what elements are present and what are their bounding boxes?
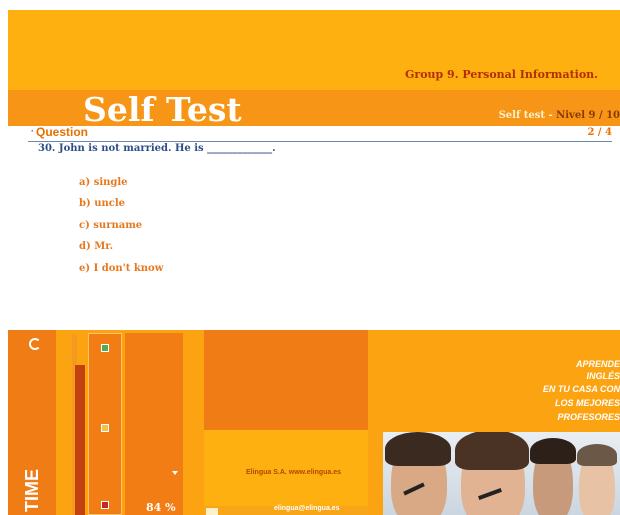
- answer-option-e[interactable]: e) I don't know: [79, 263, 163, 274]
- question-heading: Question: [36, 125, 89, 139]
- promo-line-1: APRENDE: [575, 359, 620, 369]
- hair-1: [385, 432, 451, 466]
- marker-yellow-icon: [101, 424, 109, 432]
- arrow-down-icon: [172, 471, 178, 475]
- question-text: 30. John is not married. He is _________…: [38, 143, 276, 154]
- marker-green-icon: [101, 344, 109, 352]
- email-icon: [206, 508, 218, 515]
- bullet-icon: ·: [31, 126, 34, 136]
- hair-3: [530, 438, 576, 464]
- refresh-icon[interactable]: [29, 338, 41, 350]
- promo-line-2: INGLÉS: [586, 371, 620, 381]
- promo-line-4: LOS MEJORES: [554, 398, 620, 408]
- teachers-photo: [383, 432, 620, 515]
- divider: [28, 141, 612, 142]
- email-link[interactable]: elingua@elingua.es: [274, 505, 340, 512]
- group-title: Group 9. Personal Information.: [405, 68, 598, 81]
- answer-option-c[interactable]: c) surname: [79, 220, 142, 231]
- hair-4: [577, 444, 617, 466]
- page-indicator: 2 / 4: [587, 127, 612, 138]
- progress-fill: [75, 365, 85, 515]
- percent-panel: [125, 333, 183, 515]
- page-title: Self Test: [83, 90, 242, 129]
- promo-line-5: PROFESORES: [557, 412, 620, 422]
- time-label: TIME: [22, 469, 42, 512]
- level-value: Nivel 9 / 10: [556, 110, 620, 121]
- question-bar: [8, 126, 612, 140]
- marker-red-icon: [101, 501, 109, 509]
- answer-option-d[interactable]: d) Mr.: [79, 241, 113, 252]
- promo-line-3: EN TU CASA CON: [542, 384, 620, 394]
- answer-option-b[interactable]: b) uncle: [79, 198, 125, 209]
- company-panel-top: [204, 330, 368, 430]
- hair-2: [455, 432, 529, 470]
- level-prefix: Self test: [498, 110, 545, 121]
- level-separator: -: [544, 110, 557, 121]
- level-indicator: Self test - Nivel 9 / 10: [499, 110, 620, 121]
- answer-option-a[interactable]: a) single: [79, 177, 128, 188]
- progress-percent: 84 %: [146, 501, 176, 514]
- company-link[interactable]: Elingua S.A. www.elingua.es: [246, 469, 341, 476]
